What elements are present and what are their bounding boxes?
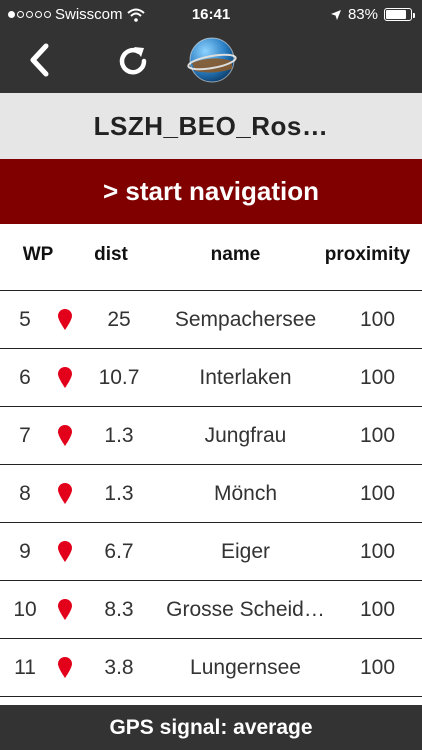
waypoint-proximity: 100 bbox=[359, 366, 396, 389]
header-name: name bbox=[210, 244, 261, 265]
map-pin-icon bbox=[50, 291, 80, 348]
map-pin-icon bbox=[50, 639, 80, 696]
back-chevron-icon[interactable] bbox=[26, 42, 52, 78]
header-wp: WP bbox=[22, 244, 54, 265]
waypoint-number: 11 bbox=[14, 656, 36, 679]
gps-status-bar: GPS signal: average bbox=[0, 705, 422, 750]
waypoint-name: Interlaken bbox=[199, 366, 292, 389]
top-bar: Swisscom 16:41 83% bbox=[0, 0, 422, 93]
table-row[interactable]: 10 8.3 Grosse Scheid… 100 bbox=[0, 581, 422, 639]
waypoint-list: 5 25 Sempachersee 100 6 10.7 Interlaken … bbox=[0, 291, 422, 697]
waypoint-number: 5 bbox=[19, 308, 31, 331]
table-row[interactable]: 9 6.7 Eiger 100 bbox=[0, 523, 422, 581]
waypoint-proximity: 100 bbox=[359, 424, 396, 447]
waypoint-number: 7 bbox=[19, 424, 31, 447]
status-bar: Swisscom 16:41 83% bbox=[0, 0, 422, 30]
waypoint-distance: 1.3 bbox=[104, 482, 134, 505]
waypoint-name: Grosse Scheid… bbox=[166, 598, 325, 621]
table-row[interactable]: 8 1.3 Mönch 100 bbox=[0, 465, 422, 523]
battery-group: 83% bbox=[330, 6, 415, 23]
route-title: LSZH_BEO_Ros… bbox=[93, 110, 329, 141]
refresh-icon[interactable] bbox=[115, 43, 151, 79]
table-row[interactable]: 7 1.3 Jungfrau 100 bbox=[0, 407, 422, 465]
waypoint-proximity: 100 bbox=[359, 482, 396, 505]
globe-icon[interactable] bbox=[187, 35, 237, 85]
waypoint-number: 8 bbox=[19, 482, 31, 505]
header-dist: dist bbox=[94, 244, 128, 265]
map-pin-icon bbox=[50, 465, 80, 522]
gps-status-label: GPS signal: average bbox=[109, 715, 313, 739]
waypoint-proximity: 100 bbox=[359, 540, 396, 563]
waypoint-distance: 6.7 bbox=[104, 540, 134, 563]
waypoint-distance: 25 bbox=[107, 308, 131, 331]
map-pin-icon bbox=[50, 581, 80, 638]
waypoint-name: Jungfrau bbox=[204, 424, 287, 447]
waypoint-name: Eiger bbox=[220, 540, 271, 563]
table-header: WP dist name proximity bbox=[0, 224, 422, 291]
waypoint-distance: 10.7 bbox=[98, 366, 140, 389]
waypoint-proximity: 100 bbox=[359, 308, 396, 331]
waypoint-number: 9 bbox=[19, 540, 31, 563]
start-navigation-label: > start navigation bbox=[103, 176, 319, 206]
battery-icon bbox=[384, 8, 415, 21]
waypoint-name: Lungernsee bbox=[190, 656, 301, 679]
battery-tip bbox=[413, 13, 415, 18]
start-navigation-button[interactable]: > start navigation bbox=[0, 159, 422, 224]
map-pin-icon bbox=[50, 349, 80, 406]
waypoint-name: Sempachersee bbox=[174, 308, 317, 331]
route-title-bar: LSZH_BEO_Ros… bbox=[0, 93, 422, 159]
waypoint-name: Mönch bbox=[213, 482, 278, 505]
table-row[interactable]: 5 25 Sempachersee 100 bbox=[0, 291, 422, 349]
waypoint-number: 6 bbox=[19, 366, 31, 389]
battery-percent: 83% bbox=[347, 6, 378, 23]
waypoint-distance: 8.3 bbox=[104, 598, 134, 621]
waypoint-proximity: 100 bbox=[359, 598, 396, 621]
toolbar bbox=[0, 30, 422, 93]
battery-fill bbox=[386, 10, 406, 19]
table-row[interactable]: 11 3.8 Lungernsee 100 bbox=[0, 639, 422, 697]
waypoint-distance: 1.3 bbox=[104, 424, 134, 447]
waypoint-number: 10 bbox=[13, 598, 37, 621]
map-pin-icon bbox=[50, 407, 80, 464]
waypoint-distance: 3.8 bbox=[104, 656, 134, 679]
header-proximity: proximity bbox=[324, 244, 411, 265]
map-pin-icon bbox=[50, 523, 80, 580]
location-arrow-icon bbox=[330, 9, 341, 20]
table-row[interactable]: 6 10.7 Interlaken 100 bbox=[0, 349, 422, 407]
waypoint-proximity: 100 bbox=[359, 656, 396, 679]
